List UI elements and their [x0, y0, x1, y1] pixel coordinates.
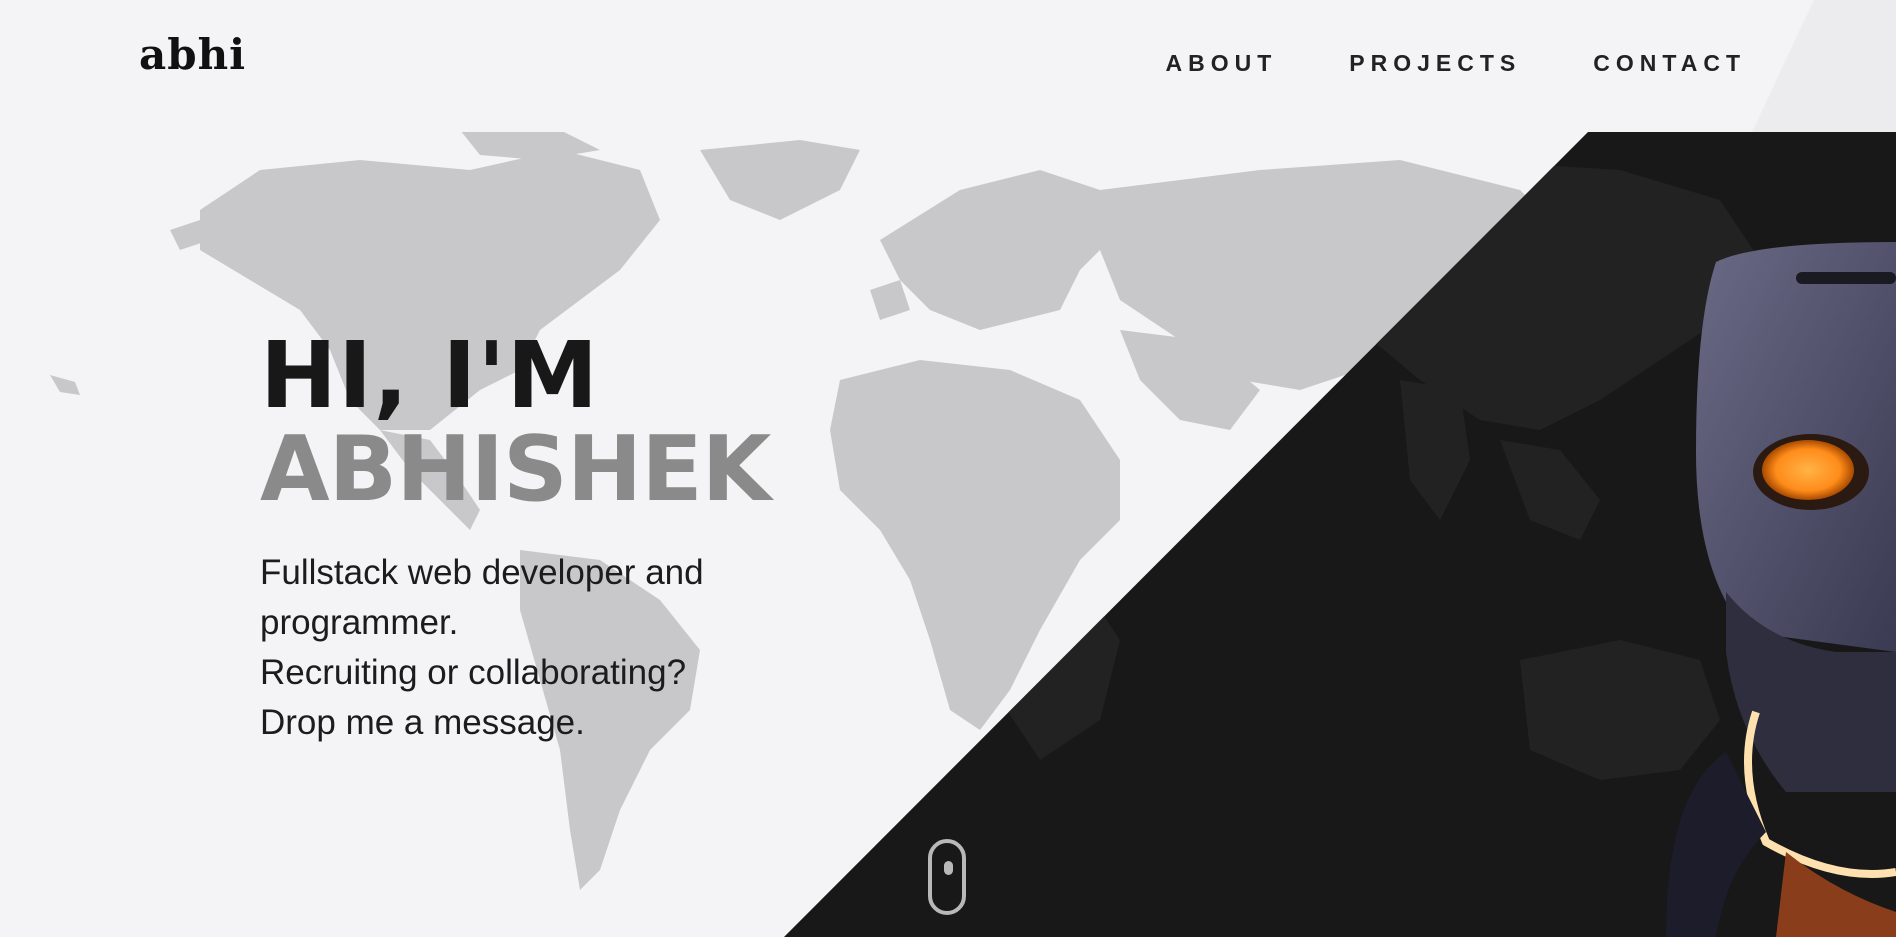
- site-logo[interactable]: abhi: [139, 30, 246, 79]
- hero-description-line: programmer.: [260, 603, 459, 642]
- hero-greeting: HI, I'M: [260, 322, 600, 429]
- hero-name: ABHISHEK: [260, 417, 771, 522]
- nav-link-contact[interactable]: CONTACT: [1593, 50, 1746, 77]
- hero-page: abhi ABOUT PROJECTS CONTACT HI, I'M ABHI…: [0, 0, 1896, 937]
- hero-section: HI, I'M ABHISHEK Fullstack web developer…: [260, 322, 771, 748]
- nav-link-projects[interactable]: PROJECTS: [1349, 50, 1521, 77]
- hero-description-line: Fullstack web developer and: [260, 553, 704, 592]
- scroll-wheel-dot: [944, 861, 953, 875]
- robot-head-image: [1666, 242, 1896, 937]
- hero-description: Fullstack web developer and programmer. …: [260, 548, 770, 748]
- hero-description-line: Recruiting or collaborating?: [260, 653, 687, 692]
- site-header: abhi ABOUT PROJECTS CONTACT: [0, 0, 1896, 132]
- hero-description-line: Drop me a message.: [260, 703, 585, 742]
- main-nav: ABOUT PROJECTS CONTACT: [1166, 50, 1747, 77]
- nav-link-about[interactable]: ABOUT: [1166, 50, 1278, 77]
- mouse-scroll-icon[interactable]: [928, 839, 966, 915]
